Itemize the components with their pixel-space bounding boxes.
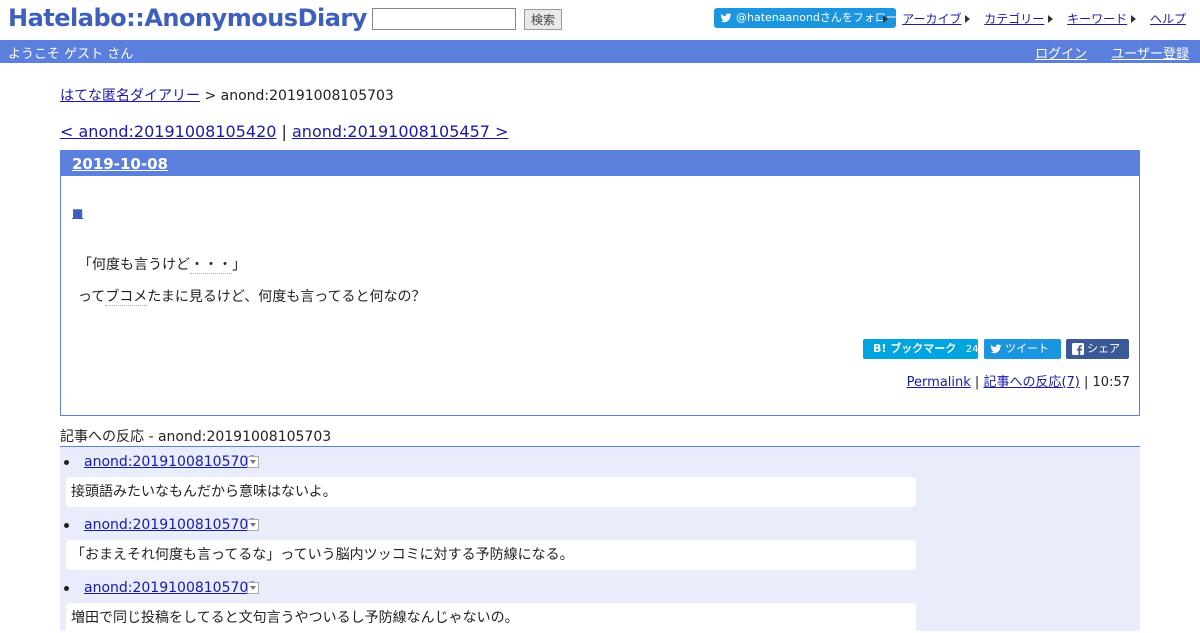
entry-date-link[interactable]: 2019-10-08 (72, 155, 168, 173)
entry-navigation: < anond:20191008105420 | anond:201910081… (60, 122, 508, 141)
entry-box: 2019-10-08 ■ 「何度も言うけど・・・」 ってブコメたまに見るけど、何… (60, 150, 1140, 416)
entry-footer: Permalink | 記事への反応(7) | 10:57 (906, 375, 1130, 390)
breadcrumb-current: anond:20191008105703 (220, 88, 394, 104)
permalink[interactable]: Permalink (907, 375, 971, 390)
bookmark-label: B! ブックマーク (873, 342, 957, 355)
entry-line-1: 「何度も言うけど・・・」 (78, 254, 246, 274)
entry-text: たまに見るけど、何度も言ってると何なの？ (147, 289, 426, 305)
twitter-follow-button[interactable]: @hatenaanondさんをフォロー (714, 8, 897, 28)
login-link[interactable]: ログイン (1035, 47, 1087, 62)
entry-text: 」 (232, 257, 246, 273)
share-label: シェア (1087, 342, 1120, 355)
facebook-icon (1072, 343, 1084, 355)
reaction-text: 増田で同じ投稿をしてると文句言うやついるし予防線なんじゃないの。 (66, 603, 916, 633)
search-button[interactable]: 検索 (524, 9, 562, 30)
tweet-label: ツイート (1005, 342, 1049, 355)
twitter-icon (990, 344, 1002, 354)
reaction-link[interactable]: anond:20191008105703 (84, 580, 257, 596)
reactions-link[interactable]: 記事への反応(7) (983, 375, 1079, 390)
search-input[interactable] (372, 8, 516, 30)
keyword-link[interactable]: ブコメ (105, 289, 148, 306)
reactions-heading: 記事への反応 - anond:20191008105703 (60, 429, 332, 445)
reaction-text: 「おまえそれ何度も言ってるな」っていう脳内ツッコミに対する予防線になる。 (66, 540, 916, 570)
entry-time: 10:57 (1092, 375, 1130, 390)
user-bar: ようこそ ゲスト さん ログイン ユーザー登録 (0, 40, 1200, 63)
breadcrumb-separator: > (200, 88, 221, 104)
category-link[interactable]: カテゴリー (984, 12, 1044, 26)
arrow-icon (1130, 15, 1136, 23)
chevron-down-icon[interactable] (247, 456, 259, 468)
nav-separator: | (276, 122, 292, 141)
register-link[interactable]: ユーザー登録 (1111, 47, 1189, 62)
top-nav: アーカイブ カテゴリー キーワード ヘルプ (883, 10, 1186, 27)
bullet-icon (64, 460, 69, 465)
next-entry-link[interactable]: anond:20191008105457 > (292, 122, 508, 141)
archive-link[interactable]: アーカイブ (902, 12, 961, 26)
facebook-share-button[interactable]: シェア (1066, 339, 1129, 359)
entry-anchor-link[interactable]: ■ (72, 206, 83, 220)
hatena-bookmark-button[interactable]: B! ブックマーク 24 (863, 339, 978, 359)
entry-text: って (78, 289, 106, 305)
chevron-down-icon[interactable] (247, 582, 259, 594)
welcome-text: ようこそ ゲスト さん (8, 47, 134, 62)
breadcrumb-home-link[interactable]: はてな匿名ダイアリー (60, 88, 200, 104)
site-logo[interactable]: Hatelabo::AnonymousDiary (8, 4, 367, 32)
entry-date-header: 2019-10-08 (61, 151, 1139, 176)
twitter-icon (720, 13, 732, 23)
arrow-icon (1048, 15, 1054, 23)
reactions-list: anond:20191008105703 接頭語みたいなもんだから意味はないよ。… (60, 446, 1140, 633)
follow-label: @hatenaanondさんをフォロー (736, 11, 897, 24)
entry-line-2: ってブコメたまに見るけど、何度も言ってると何なの？ (78, 286, 426, 306)
bullet-icon (64, 523, 69, 528)
help-link[interactable]: ヘルプ (1150, 12, 1186, 26)
arrow-icon (965, 15, 971, 23)
arrow-icon (883, 15, 889, 23)
entry-text: 「何度も言うけど (78, 257, 190, 273)
reaction-text: 接頭語みたいなもんだから意味はないよ。 (66, 477, 916, 507)
bullet-icon (64, 586, 69, 591)
chevron-down-icon[interactable] (247, 519, 259, 531)
keyword-link[interactable]: キーワード (1067, 12, 1127, 26)
breadcrumb: はてな匿名ダイアリー > anond:20191008105703 (60, 85, 394, 105)
bookmark-count: 24 (965, 344, 979, 355)
reaction-link[interactable]: anond:20191008105703 (84, 517, 257, 533)
tweet-button[interactable]: ツイート (984, 339, 1061, 359)
prev-entry-link[interactable]: < anond:20191008105420 (60, 122, 276, 141)
reaction-link[interactable]: anond:20191008105703 (84, 454, 257, 470)
top-bar: Hatelabo::AnonymousDiary 検索 @hatenaanond… (0, 0, 1200, 40)
keyword-link[interactable]: ・・・ (190, 257, 232, 274)
